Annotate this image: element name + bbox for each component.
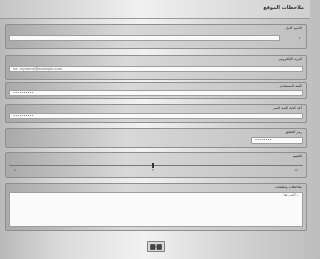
name-input[interactable] xyxy=(9,35,280,41)
rating-field: التقييم 0 5 10 xyxy=(5,152,307,178)
rating-slider[interactable] xyxy=(9,165,303,166)
name-field: الاسم كامل ✔ xyxy=(5,24,307,49)
password-placeholder: •••••••••• xyxy=(13,91,34,95)
send-button[interactable] xyxy=(147,241,165,252)
email-placeholder: ex: myname@example.com xyxy=(13,67,63,71)
pin-field: رمز التحقق •••••••• xyxy=(5,128,307,148)
name-label: الاسم كامل xyxy=(285,26,302,30)
rating-min: 0 xyxy=(14,168,16,172)
email-input[interactable]: ex: myname@example.com xyxy=(9,66,303,72)
page-title: ملاحظات الموقع xyxy=(263,5,304,11)
rating-max: 10 xyxy=(294,168,298,172)
pin-label: رمز التحقق xyxy=(285,130,302,134)
comments-placeholder: أكتب هنا... xyxy=(283,193,299,197)
comments-label: ملاحظات وتعليقات xyxy=(274,185,302,189)
header-bar: ملاحظات الموقع xyxy=(0,0,310,19)
confirm-placeholder: •••••••••• xyxy=(13,114,34,118)
confirm-input[interactable]: •••••••••• xyxy=(9,113,303,119)
password-field: كلمة المستخدم •••••••••• xyxy=(5,82,307,99)
send-icon xyxy=(150,243,162,250)
comments-field: ملاحظات وتعليقات أكتب هنا... xyxy=(5,183,307,231)
comments-textarea[interactable]: أكتب هنا... xyxy=(9,192,303,227)
password-input[interactable]: •••••••••• xyxy=(9,90,303,96)
password-label: كلمة المستخدم xyxy=(279,84,302,88)
pin-input[interactable]: •••••••• xyxy=(251,137,303,144)
confirm-label: أعد كتابة كلمة السر xyxy=(273,106,302,110)
rating-mid: 5 xyxy=(152,168,154,172)
email-field: البريد الإلكتروني ex: myname@example.com xyxy=(5,55,307,80)
name-hint: ✔ xyxy=(298,36,301,40)
email-label: البريد الإلكتروني xyxy=(278,57,303,61)
confirm-field: أعد كتابة كلمة السر •••••••••• xyxy=(5,104,307,123)
rating-label: التقييم xyxy=(292,154,302,158)
pin-placeholder: •••••••• xyxy=(255,138,272,142)
